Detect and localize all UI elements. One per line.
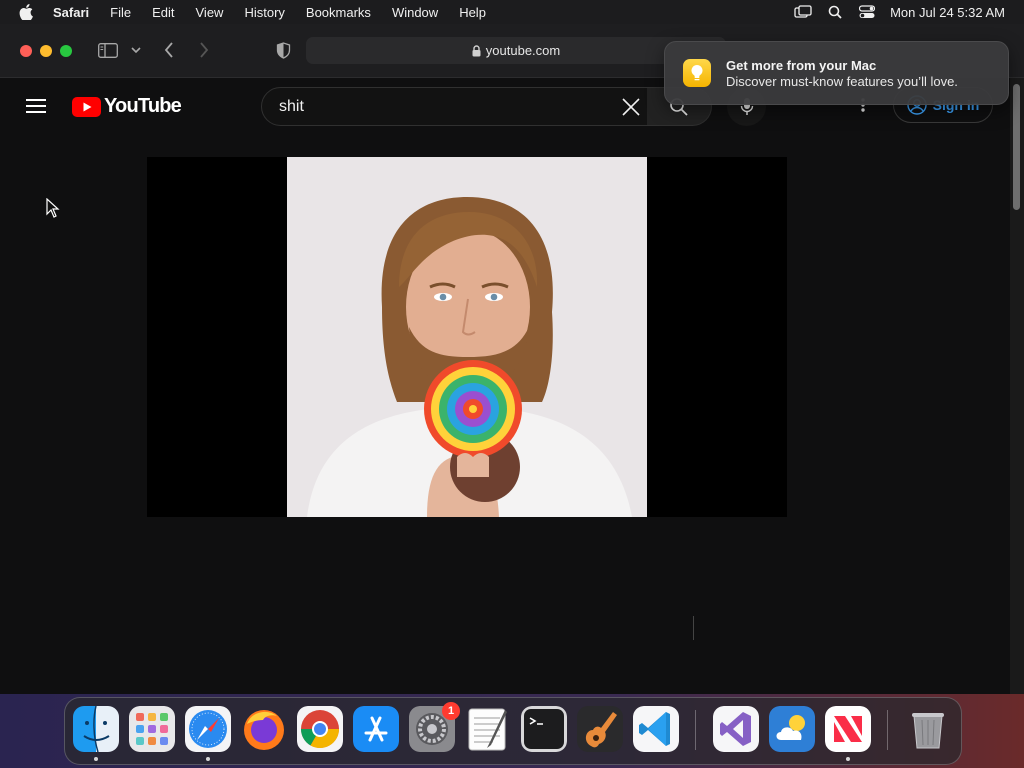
dock-running-indicator — [94, 757, 98, 761]
youtube-logo-text: YouTube — [104, 95, 182, 117]
dock-weather-icon[interactable] — [769, 706, 815, 752]
privacy-shield-icon[interactable] — [274, 40, 292, 60]
dock-safari-icon[interactable] — [185, 706, 231, 752]
sidebar-toggle-icon[interactable] — [97, 40, 119, 60]
back-arrow-icon[interactable] — [160, 40, 178, 60]
video-thumbnail-image — [287, 157, 647, 517]
dock-running-indicator — [206, 757, 210, 761]
window-close-button[interactable] — [20, 45, 32, 57]
dock-trash-icon[interactable] — [905, 706, 951, 752]
search-query: shit — [279, 97, 304, 115]
forward-arrow-icon[interactable] — [195, 40, 213, 60]
dock-garageband-icon[interactable] — [577, 706, 623, 752]
menu-edit[interactable]: Edit — [152, 5, 174, 20]
dock-separator — [695, 710, 696, 750]
dock-chrome-icon[interactable] — [297, 706, 343, 752]
dock-news-icon[interactable] — [825, 706, 871, 752]
menu-window[interactable]: Window — [392, 5, 438, 20]
dock-firefox-icon[interactable] — [241, 706, 287, 752]
dock-app-store-icon[interactable] — [353, 706, 399, 752]
youtube-page: YouTube shit Sign in — [0, 78, 1010, 694]
menu-app-safari[interactable]: Safari — [53, 5, 89, 20]
dock-terminal-icon[interactable] — [521, 706, 567, 752]
window-zoom-button[interactable] — [60, 45, 72, 57]
menu-view[interactable]: View — [196, 5, 224, 20]
lock-icon — [472, 44, 481, 57]
menu-file[interactable]: File — [110, 5, 131, 20]
notification-title: Get more from your Mac — [726, 58, 877, 73]
safari-window: youtube.com YouTube shit Sign in — [0, 24, 1024, 694]
dock-running-indicator — [846, 757, 850, 761]
divider — [693, 616, 694, 640]
dock-separator — [887, 710, 888, 750]
chevron-down-icon[interactable] — [130, 40, 142, 60]
address-bar[interactable]: youtube.com — [306, 37, 726, 64]
hamburger-menu-icon[interactable] — [26, 98, 46, 114]
apple-menu-icon[interactable] — [19, 4, 35, 20]
notification-body: Discover must-know features you’ll love. — [726, 74, 958, 89]
video-frame[interactable] — [287, 157, 647, 517]
dock-textedit-icon[interactable] — [465, 706, 511, 752]
menubar-clock[interactable]: Mon Jul 24 5:32 AM — [890, 5, 1005, 20]
video-player[interactable] — [147, 157, 787, 517]
dock-vscode-icon[interactable] — [633, 706, 679, 752]
dock: 1 — [64, 697, 962, 765]
notification-banner[interactable]: Get more from your Mac Discover must-kno… — [664, 41, 1009, 105]
menu-bookmarks[interactable]: Bookmarks — [306, 5, 371, 20]
dock-visual-studio-icon[interactable] — [713, 706, 759, 752]
address-url: youtube.com — [485, 43, 561, 58]
spotlight-search-icon[interactable] — [826, 5, 844, 19]
tips-lightbulb-icon — [683, 59, 711, 87]
dock-finder-icon[interactable] — [73, 706, 119, 752]
screen-mirroring-icon[interactable] — [794, 5, 812, 19]
menu-bar: Safari File Edit View History Bookmarks … — [0, 0, 1024, 24]
dock-launchpad-icon[interactable] — [129, 706, 175, 752]
youtube-play-icon — [72, 96, 101, 117]
window-minimize-button[interactable] — [40, 45, 52, 57]
notification-badge: 1 — [442, 702, 460, 720]
youtube-logo[interactable]: YouTube — [72, 95, 182, 118]
mouse-pointer-icon — [46, 198, 60, 218]
menu-history[interactable]: History — [244, 5, 284, 20]
vertical-scrollbar[interactable] — [1010, 78, 1024, 694]
clear-search-icon[interactable] — [621, 97, 641, 117]
menu-help[interactable]: Help — [459, 5, 486, 20]
scrollbar-thumb[interactable] — [1013, 84, 1020, 210]
search-input[interactable]: shit — [261, 87, 649, 126]
control-center-icon[interactable] — [858, 5, 876, 19]
